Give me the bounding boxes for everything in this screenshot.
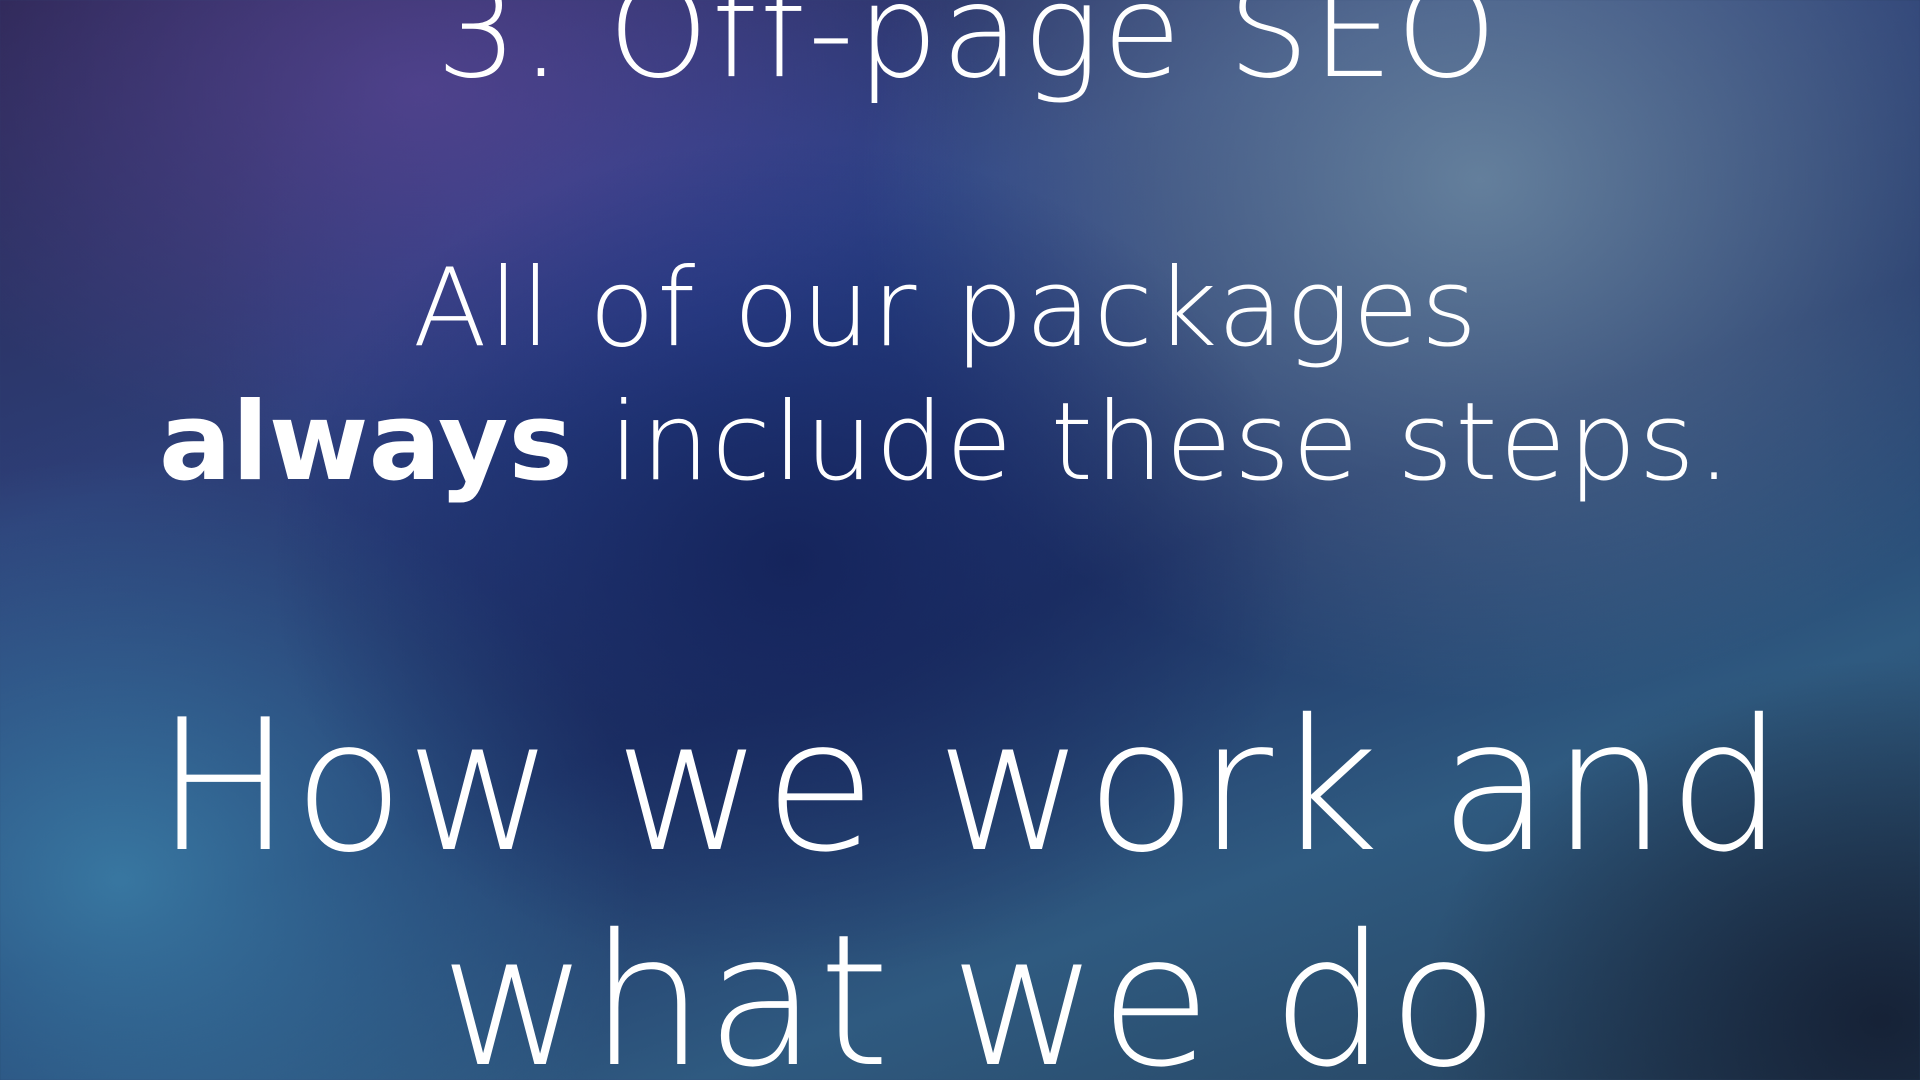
statement-line-2-rest: include these steps. [572, 380, 1734, 505]
statement-emphasis: always [158, 380, 573, 505]
slide-title-line-1: How we work and [155, 680, 1785, 892]
slide-title-line-2: what we do [439, 895, 1501, 1080]
statement-line-2: always include these steps. [0, 380, 1906, 505]
statement-line-1: All of our packages [412, 246, 1480, 371]
section-heading: 3. Off-page SEO [436, 0, 1500, 107]
slide: { "slide": { "section_heading": "3. Off-… [0, 0, 1920, 1080]
